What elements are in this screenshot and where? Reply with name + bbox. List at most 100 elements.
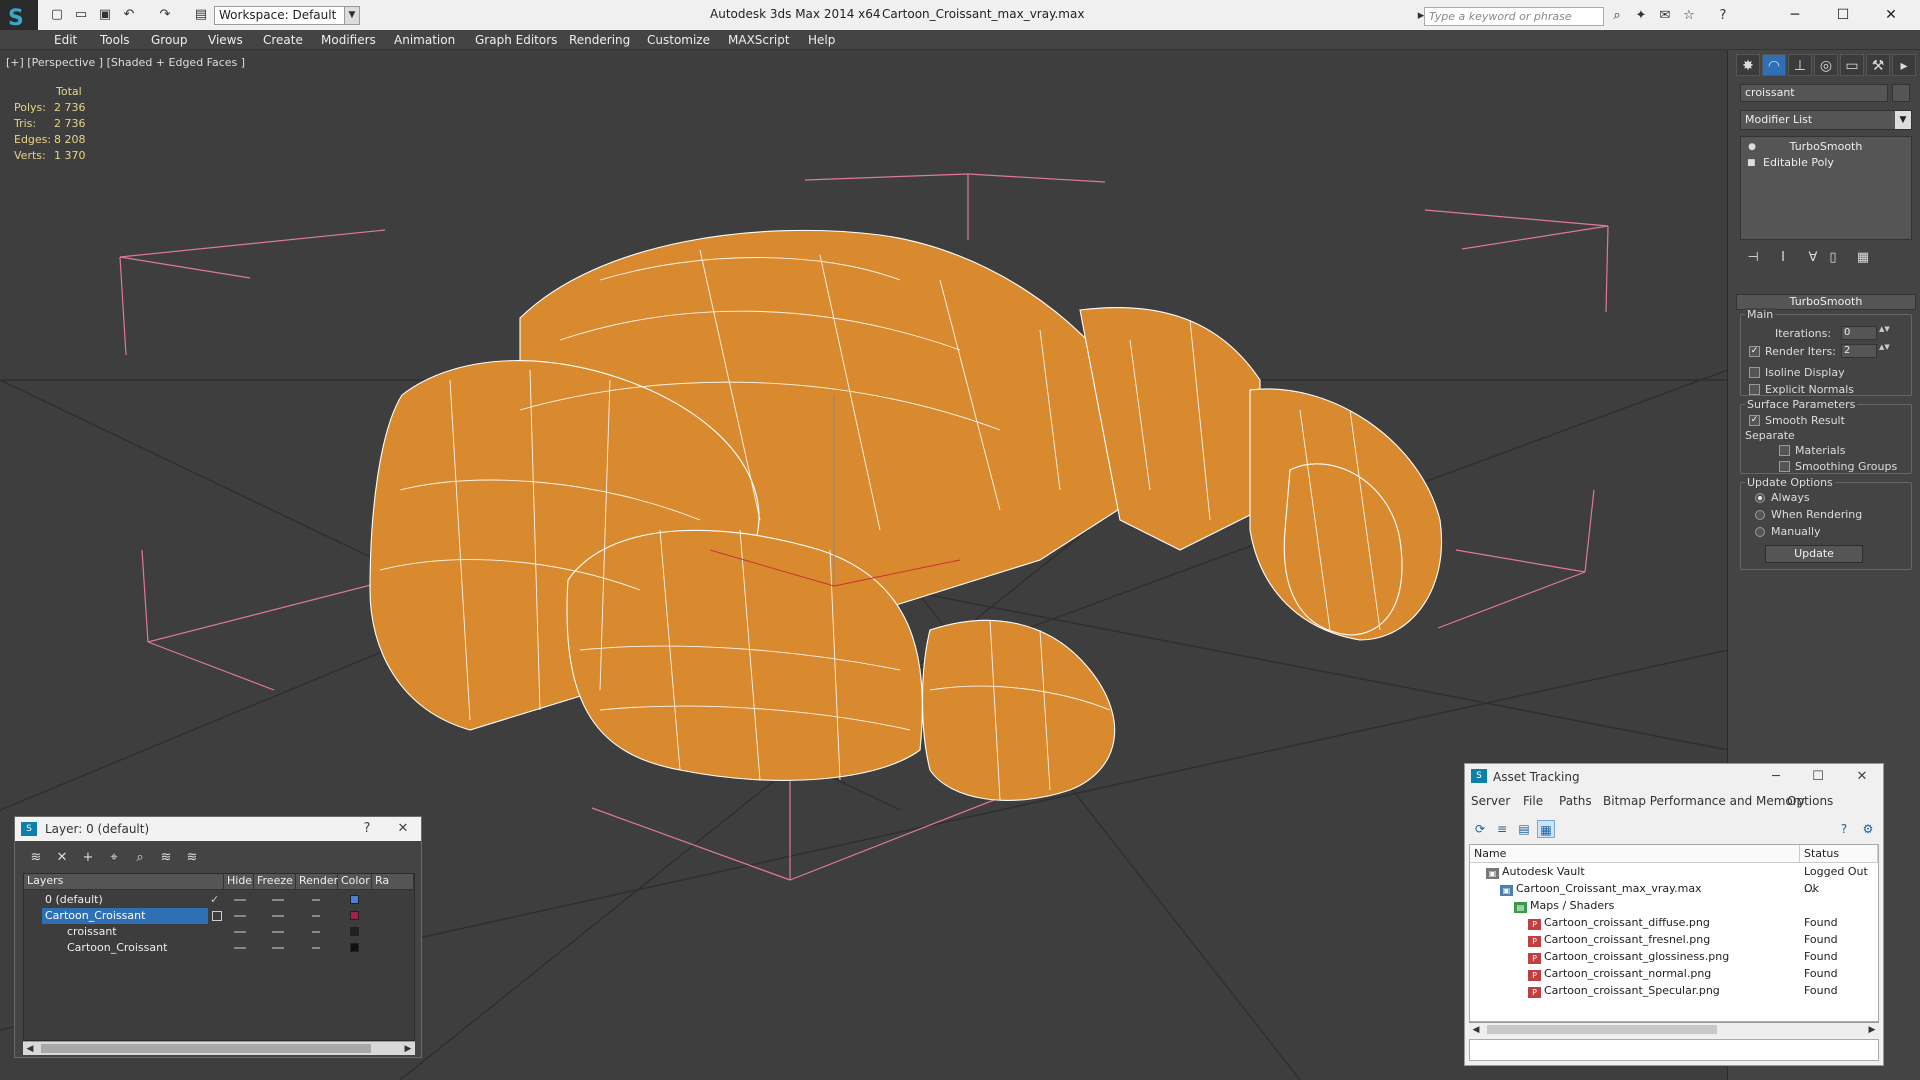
asset-row[interactable]: P Cartoon_croissant_normal.png Found (1470, 965, 1878, 982)
col-radiosity[interactable]: Ra (372, 874, 414, 890)
menu-views[interactable]: Views (208, 33, 243, 47)
hide-toggle[interactable] (234, 931, 246, 933)
menu-help[interactable]: Help (808, 33, 835, 47)
freeze-toggle[interactable] (272, 947, 284, 949)
menu-graph-editors[interactable]: Graph Editors (475, 33, 557, 47)
layer-color-swatch[interactable] (350, 927, 359, 936)
col-layers[interactable]: Layers (24, 874, 224, 890)
object-color-swatch[interactable] (1892, 84, 1910, 102)
render-toggle-icon[interactable] (312, 947, 320, 949)
layer-color-swatch[interactable] (350, 943, 359, 952)
spinner-arrows-icon[interactable]: ▲▼ (1879, 326, 1890, 340)
search-input[interactable]: Type a keyword or phrase (1424, 7, 1604, 26)
active-checkbox[interactable] (212, 911, 222, 921)
explicit-normals-checkbox[interactable] (1749, 384, 1760, 395)
modifier-list-dropdown[interactable]: Modifier List ▼ (1740, 110, 1912, 130)
asset-menu-file[interactable]: File (1523, 794, 1543, 808)
remove-modifier-icon[interactable]: ▯ (1822, 248, 1844, 268)
viewport-label[interactable]: [+] [Perspective ] [Shaded + Edged Faces… (6, 56, 245, 69)
communication-icon[interactable]: ✉ (1656, 7, 1674, 25)
col-color[interactable]: Color (338, 874, 372, 890)
smooth-result-checkbox[interactable]: ✓ (1749, 415, 1760, 426)
scrollbar-thumb[interactable] (1487, 1025, 1717, 1034)
menu-maxscript[interactable]: MAXScript (728, 33, 790, 47)
asset-row[interactable]: P Cartoon_croissant_diffuse.png Found (1470, 914, 1878, 931)
stack-item-editable-poly[interactable]: ■ Editable Poly (1741, 155, 1911, 171)
active-check-icon[interactable]: ✓ (210, 892, 219, 908)
scroll-left-icon[interactable]: ◀ (23, 1042, 37, 1056)
help-icon[interactable]: ? (1714, 7, 1732, 25)
minimize-button[interactable]: ─ (1761, 764, 1791, 788)
asset-row[interactable]: ▣ Cartoon_Croissant_max_vray.max Ok (1470, 880, 1878, 897)
new-file-icon[interactable]: ▢ (48, 6, 66, 24)
settings-icon[interactable]: ⚙ (1859, 820, 1877, 838)
display-tab-icon[interactable]: ▭ (1840, 54, 1864, 76)
asset-menu-bitmap[interactable]: Bitmap Performance and Memory (1603, 794, 1805, 808)
render-toggle-icon[interactable] (312, 931, 320, 933)
add-to-layer-icon[interactable]: + (79, 849, 97, 867)
binoculars-icon[interactable]: ⌕ (1608, 7, 1626, 25)
hide-all-icon[interactable]: ≋ (157, 849, 175, 867)
asset-horizontal-scrollbar[interactable]: ◀ ▶ (1469, 1022, 1879, 1036)
undo-icon[interactable]: ↶ (120, 6, 138, 24)
menu-modifiers[interactable]: Modifiers (321, 33, 376, 47)
asset-path-field[interactable] (1469, 1039, 1879, 1061)
detail-view-icon[interactable]: ▤ (1515, 820, 1533, 838)
smoothing-groups-checkbox[interactable] (1779, 461, 1790, 472)
motion-tab-icon[interactable]: ◎ (1814, 54, 1838, 76)
close-button[interactable]: ✕ (1847, 764, 1877, 788)
select-objects-icon[interactable]: ⌖ (105, 849, 123, 867)
delete-layer-icon[interactable]: ✕ (53, 849, 71, 867)
object-name-field[interactable]: croissant (1740, 84, 1888, 102)
subscription-icon[interactable]: ✦ (1632, 7, 1650, 25)
materials-checkbox[interactable] (1779, 445, 1790, 456)
layer-color-swatch[interactable] (350, 895, 359, 904)
hide-toggle[interactable] (234, 915, 246, 917)
asset-menu-options[interactable]: Options (1787, 794, 1833, 808)
lightbulb-icon[interactable]: ● (1747, 142, 1757, 152)
favorites-star-icon[interactable]: ☆ (1680, 7, 1698, 25)
pin-stack-icon[interactable]: ⊣ (1742, 248, 1764, 268)
asset-row[interactable]: ▣ Autodesk Vault Logged Out ... (1470, 863, 1878, 895)
col-name[interactable]: Name (1470, 845, 1800, 863)
more-tabs-icon[interactable]: ▸ (1892, 54, 1916, 76)
layer-row[interactable]: 0 (default) ✓ (24, 892, 414, 908)
minimize-button[interactable]: ─ (1772, 2, 1818, 28)
maximize-button[interactable]: ☐ (1820, 2, 1866, 28)
render-toggle-icon[interactable] (312, 899, 320, 901)
asset-row[interactable]: P Cartoon_croissant_Specular.png Found (1470, 982, 1878, 999)
always-radio[interactable] (1755, 493, 1765, 503)
menu-tools[interactable]: Tools (100, 33, 130, 47)
close-button[interactable]: ✕ (391, 817, 415, 841)
asset-row[interactable]: ▤ Maps / Shaders (1470, 897, 1878, 914)
scrollbar-thumb[interactable] (41, 1044, 371, 1053)
asset-menu-paths[interactable]: Paths (1559, 794, 1592, 808)
iterations-spinner[interactable]: 0 (1841, 326, 1877, 340)
modify-tab-icon[interactable]: ◠ (1762, 54, 1786, 76)
freeze-toggle[interactable] (272, 931, 284, 933)
workspace-dropdown[interactable]: Workspace: Default ▼ (214, 6, 360, 25)
render-iters-checkbox[interactable]: ✓ (1749, 346, 1760, 357)
project-folder-icon[interactable]: ▤ (192, 6, 210, 24)
table-view-icon[interactable]: ▦ (1537, 820, 1555, 838)
save-file-icon[interactable]: ▣ (96, 6, 114, 24)
help-button[interactable]: ? (355, 817, 379, 841)
asset-window-titlebar[interactable]: S Asset Tracking ─ ☐ ✕ (1465, 764, 1883, 790)
freeze-all-icon[interactable]: ≋ (183, 849, 201, 867)
redo-icon[interactable]: ↷ (156, 6, 174, 24)
maximize-button[interactable]: ☐ (1803, 764, 1833, 788)
open-file-icon[interactable]: ▭ (72, 6, 90, 24)
spinner-arrows-icon[interactable]: ▲▼ (1879, 344, 1890, 358)
menu-edit[interactable]: Edit (54, 33, 77, 47)
menu-customize[interactable]: Customize (647, 33, 710, 47)
col-render[interactable]: Render (296, 874, 338, 890)
close-button[interactable]: ✕ (1868, 2, 1914, 28)
create-layer-icon[interactable]: ≋ (27, 849, 45, 867)
refresh-icon[interactable]: ⟳ (1471, 820, 1489, 838)
layer-row[interactable]: croissant (24, 924, 414, 940)
menu-group[interactable]: Group (151, 33, 188, 47)
asset-row[interactable]: P Cartoon_croissant_glossiness.png Found (1470, 948, 1878, 965)
freeze-toggle[interactable] (272, 915, 284, 917)
show-end-result-icon[interactable]: Ⅰ (1772, 248, 1794, 268)
workspace-dropdown-arrow[interactable]: ▼ (344, 6, 360, 25)
